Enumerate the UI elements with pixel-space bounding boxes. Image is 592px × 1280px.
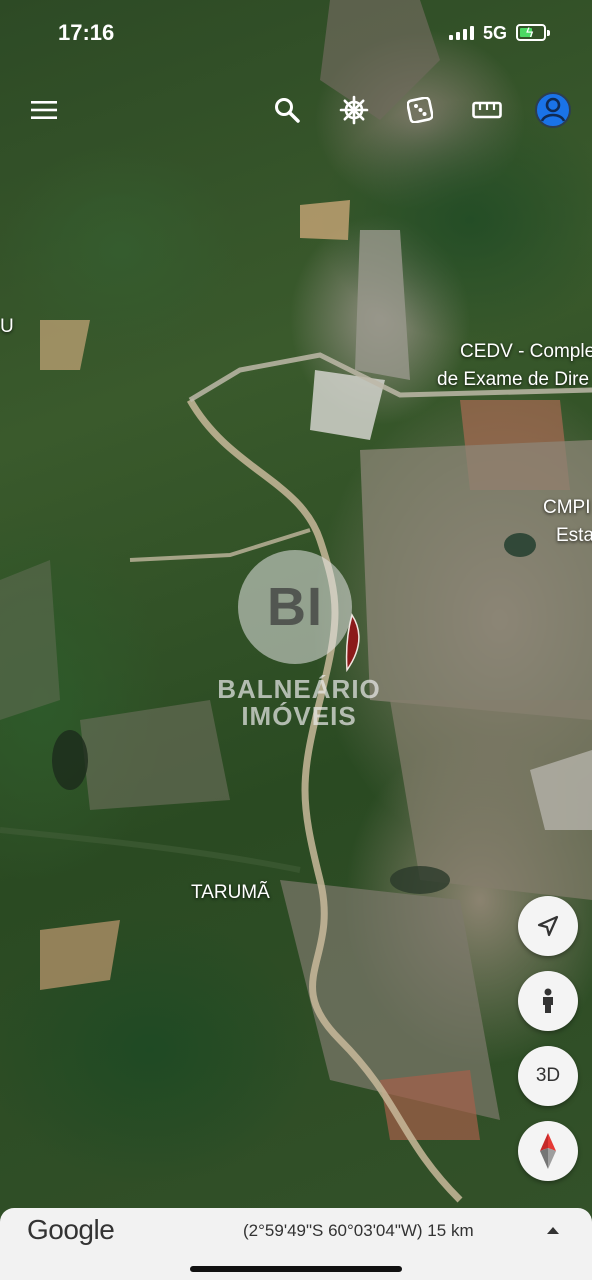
hamburger-menu-icon[interactable] [22, 88, 66, 132]
battery-icon: ϟ [516, 24, 546, 41]
home-indicator[interactable] [190, 1266, 402, 1272]
top-toolbar [0, 88, 592, 132]
status-bar: 17:16 5G ϟ [0, 0, 592, 68]
ship-wheel-icon[interactable] [332, 88, 376, 132]
search-icon[interactable] [265, 88, 309, 132]
map-label-taruma[interactable]: TARUMÃ [191, 882, 270, 904]
signal-strength-icon [449, 26, 474, 40]
watermark-name-line1: BALNEÁRIO [217, 674, 381, 704]
chevron-up-icon[interactable] [541, 1218, 565, 1242]
view-3d-label: 3D [535, 1065, 561, 1086]
google-logo: Google [27, 1214, 115, 1245]
my-location-button[interactable] [518, 896, 578, 956]
watermark-logo: BI [238, 550, 352, 664]
dice-icon[interactable] [398, 88, 442, 132]
ruler-icon[interactable] [465, 88, 509, 132]
battery-cap [547, 30, 550, 36]
compass-icon [540, 1133, 556, 1169]
compass-button[interactable] [518, 1121, 578, 1181]
street-view-button[interactable] [518, 971, 578, 1031]
view-3d-button[interactable]: 3D [518, 1046, 578, 1106]
bottom-bar: Google (2°59'49"S 60°03'04"W) 15 km [0, 1208, 592, 1280]
account-avatar-icon[interactable] [531, 88, 575, 132]
coordinates-readout: (2°59'49"S 60°03'04"W) 15 km [243, 1221, 474, 1240]
pegman-icon [543, 988, 553, 1013]
map-label-cmp-line2[interactable]: Esta [556, 525, 592, 547]
network-type: 5G [483, 23, 508, 43]
map-label-cedv-line1[interactable]: CEDV - Comple [460, 341, 592, 363]
watermark-monogram: BI [267, 577, 323, 637]
map-label-cmp-line1[interactable]: CMPI [543, 497, 591, 519]
satellite-map[interactable]: U CEDV - Comple de Exame de Dire CMPI Es… [0, 0, 592, 1280]
map-label-left: U [0, 316, 14, 337]
map-label-cedv-line2[interactable]: de Exame de Dire [437, 369, 589, 391]
watermark-name-line2: IMÓVEIS [241, 701, 357, 731]
watermark-name: BALNEÁRIO IMÓVEIS [204, 676, 394, 730]
status-time: 17:16 [58, 20, 115, 45]
navigation-arrow-icon [537, 915, 559, 937]
